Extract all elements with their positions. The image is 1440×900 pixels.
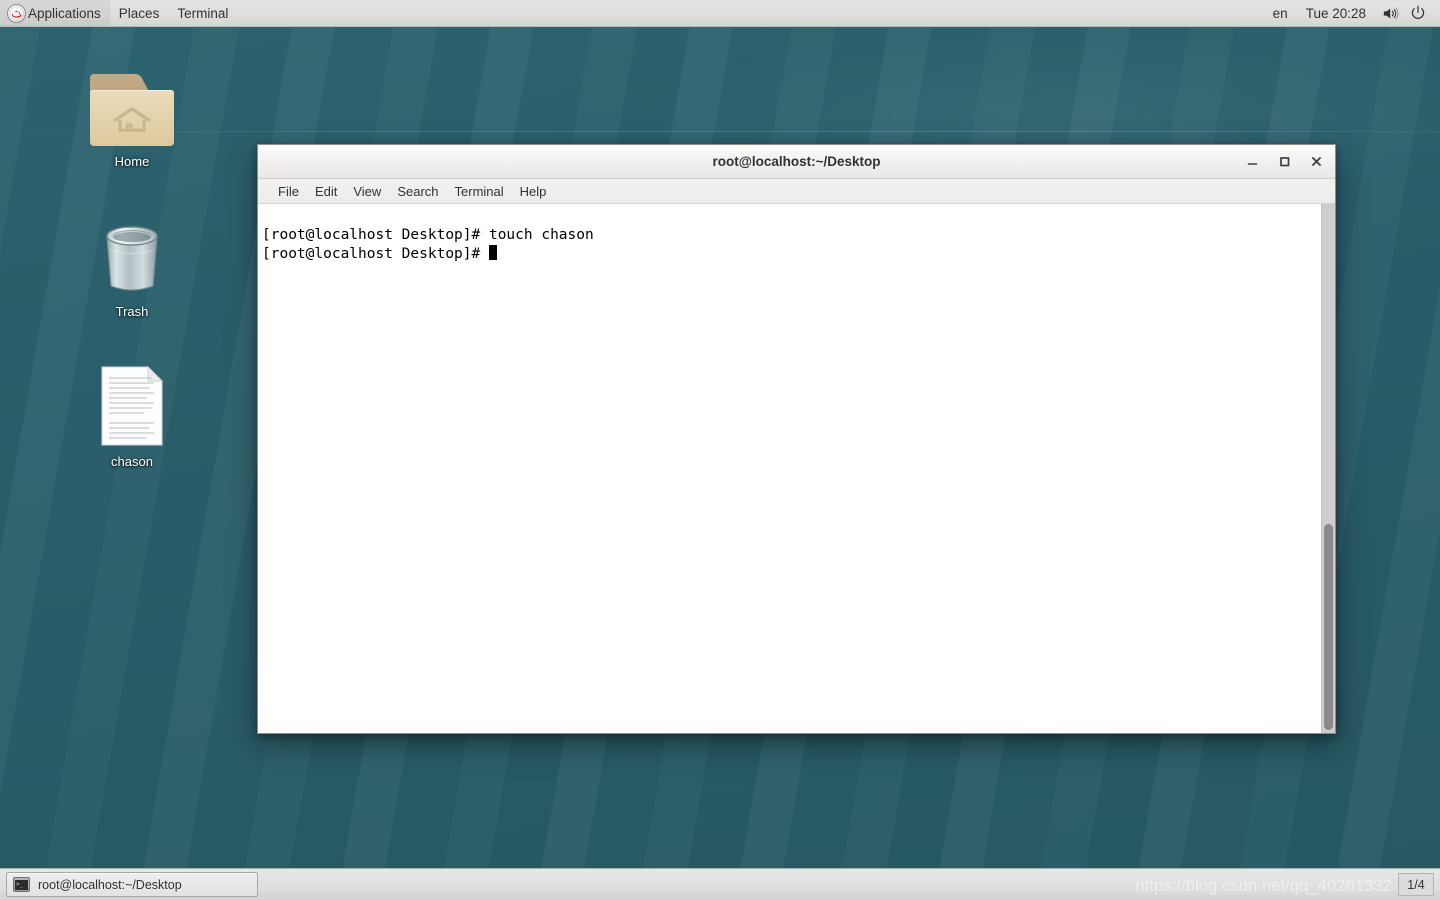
terminal-icon-screen: >_: [15, 879, 28, 890]
terminal-app-menu-label: Terminal: [177, 5, 229, 21]
clock[interactable]: Tue 20:28: [1297, 0, 1375, 26]
desktop-icon-home-label: Home: [114, 154, 150, 169]
speaker-icon[interactable]: [1375, 0, 1406, 26]
close-icon[interactable]: [1307, 153, 1325, 171]
power-icon[interactable]: [1406, 0, 1432, 26]
top-panel-right: en Tue 20:28: [1264, 0, 1440, 26]
bottom-panel: >_ root@localhost:~/Desktop 1/4: [0, 868, 1440, 900]
workspace-switcher[interactable]: 1/4: [1398, 873, 1434, 896]
menu-view[interactable]: View: [345, 182, 389, 201]
terminal-cursor: [488, 245, 497, 260]
menu-edit[interactable]: Edit: [307, 182, 345, 201]
text-document-icon: [100, 362, 164, 446]
taskbar-button-terminal[interactable]: >_ root@localhost:~/Desktop: [6, 872, 258, 897]
terminal-title: root@localhost:~/Desktop: [712, 154, 881, 169]
home-folder-icon: [90, 62, 174, 146]
terminal-line-with-cursor: [root@localhost Desktop]#: [262, 245, 1317, 264]
places-menu-label: Places: [118, 5, 160, 21]
desktop-icon-chason[interactable]: chason: [72, 362, 192, 469]
menu-file[interactable]: File: [270, 182, 307, 201]
places-menu[interactable]: Places: [110, 0, 169, 26]
terminal-scrollbar[interactable]: [1321, 204, 1335, 733]
desktop[interactable]: Applications Places Terminal en Tue 20:2…: [0, 0, 1440, 900]
terminal-body[interactable]: [root@localhost Desktop]# touch chason [r…: [258, 204, 1335, 733]
terminal-app-menu[interactable]: Terminal: [168, 0, 237, 26]
desktop-icon-trash-label: Trash: [115, 304, 149, 319]
applications-menu-label: Applications: [28, 5, 101, 21]
terminal-window[interactable]: root@localhost:~/Desktop File Edit View …: [257, 144, 1336, 734]
terminal-scrollbar-thumb[interactable]: [1324, 524, 1333, 730]
applications-menu[interactable]: Applications: [0, 0, 110, 26]
keyboard-layout-indicator[interactable]: en: [1264, 0, 1297, 26]
trash-bin-icon: [97, 212, 167, 296]
terminal-screen[interactable]: [root@localhost Desktop]# touch chason [r…: [258, 204, 1321, 733]
terminal-prompt: [root@localhost Desktop]#: [262, 246, 489, 262]
maximize-icon[interactable]: [1275, 153, 1293, 171]
top-panel-left: Applications Places Terminal: [0, 0, 237, 26]
terminal-menubar: File Edit View Search Terminal Help: [258, 179, 1335, 204]
menu-terminal[interactable]: Terminal: [447, 182, 512, 201]
menu-help[interactable]: Help: [512, 182, 555, 201]
terminal-titlebar[interactable]: root@localhost:~/Desktop: [258, 145, 1335, 179]
clock-label: Tue 20:28: [1305, 5, 1366, 21]
workspace-label: 1/4: [1407, 877, 1425, 892]
minimize-icon[interactable]: [1243, 153, 1261, 171]
desktop-icon-home[interactable]: Home: [72, 62, 192, 169]
window-controls: [1243, 153, 1335, 171]
terminal-line: [root@localhost Desktop]# touch chason: [262, 227, 594, 243]
terminal-icon: >_: [13, 877, 30, 892]
taskbar-button-label: root@localhost:~/Desktop: [38, 877, 182, 892]
top-panel: Applications Places Terminal en Tue 20:2…: [0, 0, 1440, 27]
desktop-icon-chason-label: chason: [111, 454, 153, 469]
keyboard-layout-label: en: [1272, 5, 1288, 21]
redhat-logo-icon: [7, 3, 26, 23]
desktop-icon-trash[interactable]: Trash: [72, 212, 192, 319]
menu-search[interactable]: Search: [389, 182, 446, 201]
